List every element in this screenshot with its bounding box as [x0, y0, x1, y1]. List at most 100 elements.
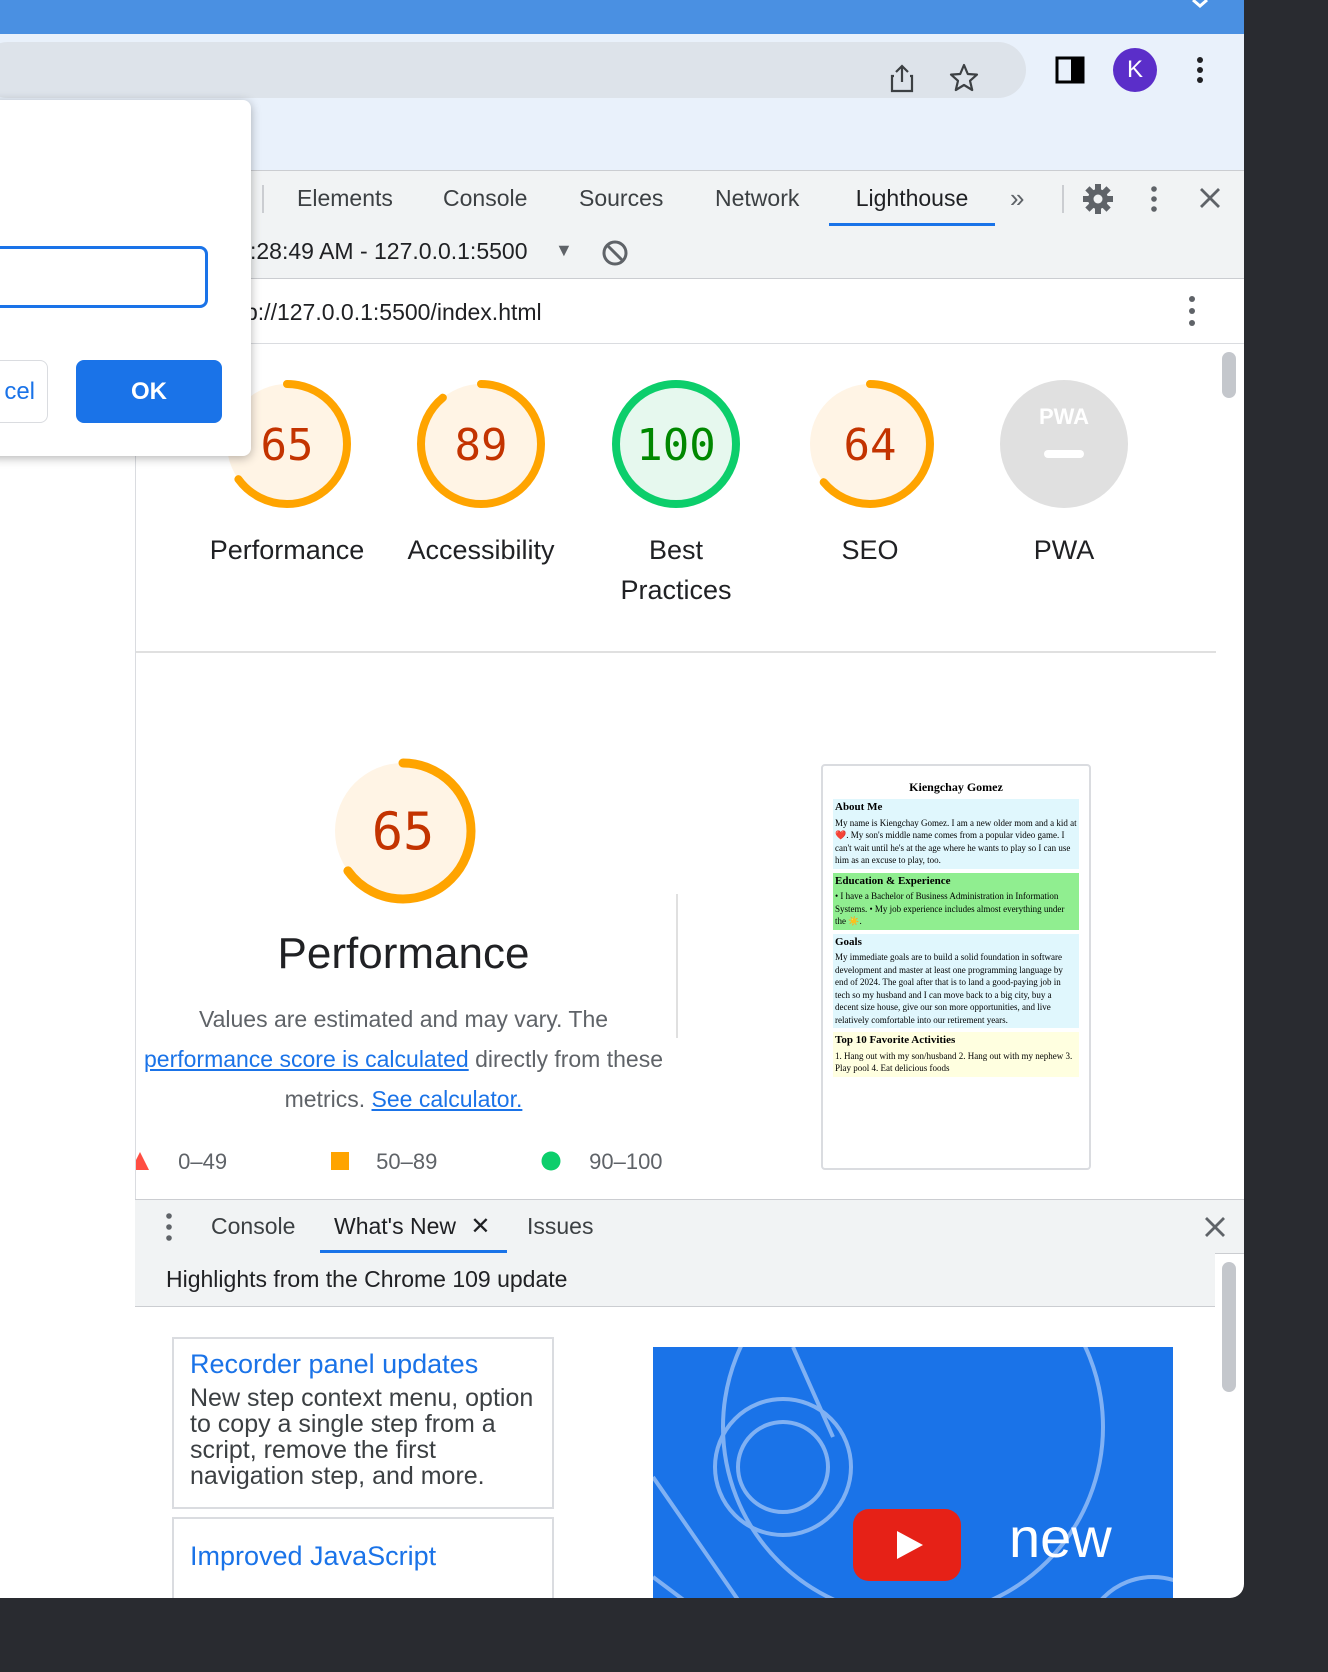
legend-pass-label: 90–100 [589, 1149, 663, 1174]
thumbnail-text: 1. Hang out with my son/husband 2. Hang … [835, 1050, 1073, 1074]
drawer-tab-console[interactable]: Console [211, 1200, 295, 1253]
highlights-title: Highlights from the Chrome 109 update [166, 1266, 568, 1292]
legend-pass: 90–100 [541, 1149, 663, 1175]
highlights-header: Highlights from the Chrome 109 update [135, 1253, 1215, 1307]
report-scrollbar[interactable] [1222, 352, 1236, 398]
section-divider [136, 651, 1216, 653]
devtools-menu-icon[interactable] [1150, 185, 1158, 218]
gauge-background [1000, 380, 1128, 508]
share-icon[interactable] [882, 58, 922, 98]
youtube-play-icon[interactable] [853, 1509, 961, 1581]
drawer-tab-bar: Console What's New ✕ Issues [135, 1199, 1244, 1254]
drawer-tab-issues[interactable]: Issues [527, 1200, 593, 1253]
settings-gear-icon[interactable] [1082, 183, 1114, 220]
gauge-score: 100 [636, 420, 715, 471]
prompt-dialog: cel OK [0, 100, 251, 456]
feature-card[interactable]: Improved JavaScript debugging [172, 1517, 554, 1598]
gauge-ring: 64 [806, 380, 934, 508]
category-label[interactable]: Accessibility [396, 530, 566, 570]
browser-menu-icon[interactable] [1180, 50, 1220, 90]
square-icon [331, 1152, 349, 1170]
circle-icon [541, 1151, 561, 1171]
legend-fail-label: 0–49 [178, 1149, 228, 1174]
chevron-down-icon[interactable] [1190, 0, 1210, 10]
dropdown-triangle-icon[interactable]: ▼ [555, 240, 573, 261]
see-calculator-link[interactable]: See calculator. [372, 1086, 523, 1112]
tab-separator [262, 185, 264, 213]
close-drawer-icon[interactable] [1203, 1215, 1227, 1244]
gauge-ring: 100 [612, 380, 740, 508]
report-select[interactable]: :28:49 AM - 127.0.0.1:5500 [250, 238, 527, 265]
category-gauge-accessibility[interactable]: 89 [415, 378, 547, 510]
close-tab-icon[interactable]: ✕ [470, 1213, 490, 1240]
address-bar[interactable] [0, 42, 1026, 98]
tab-elements[interactable]: Elements [297, 171, 393, 226]
lighthouse-report: 65 Performance 89 Accessibility 100 Best Prac… [135, 344, 1216, 1199]
ok-button[interactable]: OK [76, 360, 222, 423]
performance-score-link[interactable]: performance score is calculated [144, 1046, 469, 1072]
feature-card-title[interactable]: Recorder panel updates [190, 1347, 536, 1381]
gauge-score: 65 [261, 420, 314, 471]
category-gauge-seo[interactable]: 64 [804, 378, 936, 510]
thumbnail-text: My immediate goals are to build a solid … [835, 952, 1063, 1025]
legend-fail: 0–49 [136, 1149, 228, 1175]
thumbnail-heading: Top 10 Favorite Activities [835, 1034, 956, 1046]
thumbnail-heading: Education & Experience [835, 874, 951, 887]
page-screenshot-thumbnail[interactable]: Kiengchay Gomez About Me My name is Kien… [821, 764, 1091, 1170]
feature-card-title[interactable]: Improved JavaScript debugging [190, 1527, 536, 1598]
thumbnail-section: Top 10 Favorite Activities 1. Hang out w… [833, 1032, 1079, 1077]
feature-card-desc: New step context menu, option to copy a … [190, 1384, 534, 1490]
video-caption: new [1009, 1506, 1112, 1569]
close-devtools-icon[interactable] [1198, 186, 1222, 215]
report-url: p://127.0.0.1:5500/index.html [245, 299, 542, 325]
performance-description: Values are estimated and may vary. The p… [136, 999, 671, 1119]
tab-console[interactable]: Console [443, 171, 527, 226]
drawer-scrollbar[interactable] [1222, 1262, 1236, 1392]
gauge-score: 65 [372, 803, 435, 863]
triangle-icon [136, 1152, 149, 1170]
category-label[interactable]: SEO [785, 530, 955, 570]
cancel-button[interactable]: cel [0, 360, 48, 423]
gauge-ring: PWA [1000, 380, 1128, 508]
tab-lighthouse[interactable]: Lighthouse [829, 171, 995, 226]
gauge-ring: 65 [330, 758, 476, 904]
drawer-tab-whats-new[interactable]: What's New ✕ [320, 1200, 507, 1253]
title-bar [0, 0, 1244, 34]
gauge-score: 89 [455, 420, 508, 471]
thumbnail-heading: Goals [835, 935, 862, 948]
thumbnail-section: Goals My immediate goals are to build a … [833, 933, 1079, 1028]
performance-title: Performance [277, 929, 530, 978]
legend-average: 50–89 [330, 1149, 437, 1175]
profile-avatar[interactable]: K [1113, 48, 1157, 92]
side-panel-icon[interactable] [1050, 50, 1090, 90]
category-label[interactable]: Best Practices [591, 530, 761, 610]
feature-card[interactable]: Recorder panel updates New step context … [172, 1337, 554, 1509]
browser-window: K Elements Console Sources Network Light… [0, 0, 1244, 1598]
legend-average-label: 50–89 [376, 1149, 438, 1174]
drawer-tab-label: What's New [334, 1213, 456, 1239]
vertical-divider [676, 894, 678, 1038]
gauge-score: 64 [844, 420, 897, 471]
tab-sources[interactable]: Sources [579, 171, 663, 226]
drawer-menu-icon[interactable] [165, 1212, 173, 1247]
whats-new-content: Recorder panel updates New step context … [135, 1307, 1215, 1598]
video-thumbnail[interactable]: new [653, 1347, 1173, 1598]
thumbnail-text: My name is Kiengchay Gomez. I am a new o… [835, 817, 1077, 866]
thumbnail-section: Education & Experience • I have a Bachel… [833, 872, 1079, 930]
prompt-input[interactable] [0, 246, 208, 308]
category-label[interactable]: PWA [979, 530, 1149, 570]
performance-gauge-large: 65 [326, 754, 480, 908]
category-gauge-pwa[interactable]: PWA [998, 378, 1130, 510]
report-menu-icon[interactable] [1188, 295, 1196, 333]
thumbnail-text: • I have a Bachelor of Business Administ… [835, 891, 1065, 926]
category-gauge-best-practices[interactable]: 100 [610, 378, 742, 510]
desc-text: Values are estimated and may vary. The [198, 1006, 609, 1032]
bookmark-star-icon[interactable] [944, 58, 984, 98]
pwa-badge-text: PWA [1039, 404, 1089, 429]
pwa-dash-icon [1044, 450, 1084, 458]
category-label[interactable]: Performance [202, 530, 372, 570]
thumbnail-name: Kiengchay Gomez [909, 780, 1003, 794]
tab-network[interactable]: Network [715, 171, 799, 226]
more-tabs-icon[interactable]: » [1010, 171, 1024, 226]
clear-report-icon[interactable] [600, 238, 630, 274]
